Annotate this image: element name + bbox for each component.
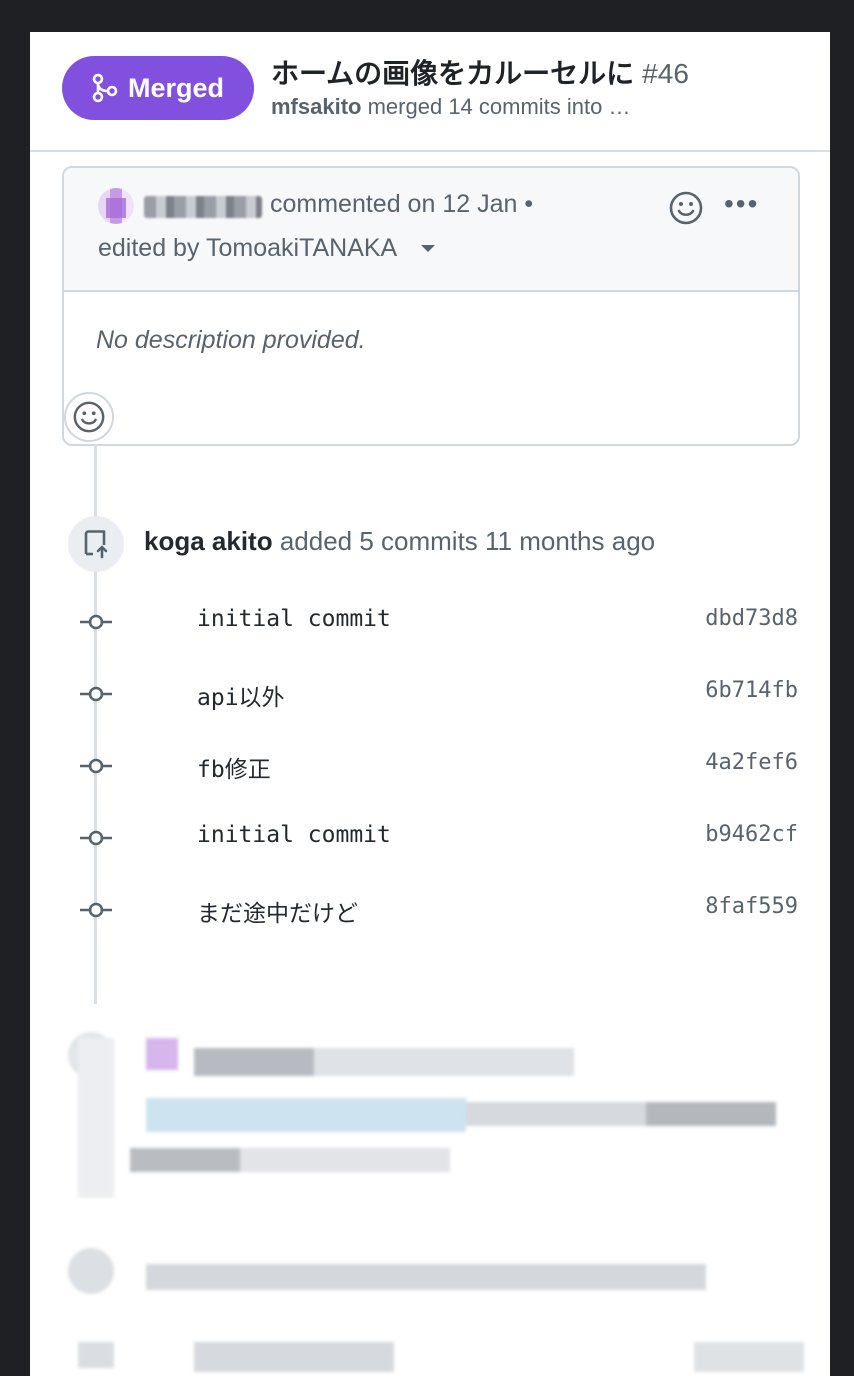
commit-sha-link[interactable]: 4a2fef6 (705, 750, 798, 775)
git-commit-icon (80, 686, 112, 702)
git-commit-icon (80, 758, 112, 774)
git-commit-icon (80, 830, 112, 846)
repo-push-badge (68, 516, 124, 572)
kebab-menu-icon[interactable]: ••• (724, 190, 759, 218)
pull-request-page: Merged ホームの画像をカルーセルに #46 mfsakito merged … (30, 32, 830, 1376)
git-commit-icon (80, 614, 112, 630)
commit-message-link[interactable]: initial commit (197, 606, 391, 632)
git-merge-icon (92, 73, 118, 103)
smiley-icon (669, 191, 703, 225)
pr-title: ホームの画像をカルーセルに #46 (271, 52, 689, 92)
commit-message-link[interactable]: initial commit (197, 822, 391, 848)
caret-down-icon (421, 245, 436, 252)
commit-row: initial commit dbd73d8 (30, 600, 830, 644)
git-commit-icon (80, 902, 112, 918)
avatar[interactable] (98, 188, 134, 224)
commit-row: api以外 6b714fb (30, 672, 830, 716)
commit-row: まだ途中だけど 8faf559 (30, 888, 830, 932)
commit-sha-link[interactable]: 6b714fb (705, 678, 798, 703)
merged-status-badge: Merged (62, 56, 254, 120)
commit-row: initial commit b9462cf (30, 816, 830, 860)
commit-message-link[interactable]: まだ途中だけど (197, 894, 358, 928)
smiley-icon (73, 401, 105, 433)
commit-message-link[interactable]: fb修正 (197, 750, 271, 784)
push-event-summary: added 5 commits 11 months ago (279, 526, 656, 556)
pr-subtitle: mfsakito merged 14 commits into … (271, 94, 630, 120)
comment-header: commented on 12 Jan • edited by TomoakiT… (64, 168, 798, 292)
pr-number: #46 (642, 58, 689, 89)
comment-body: No description provided. (96, 326, 366, 354)
push-event-text: koga akito added 5 commits 11 months ago (144, 526, 655, 557)
comment-meta: commented on 12 Jan • (270, 190, 534, 218)
add-reaction-button[interactable] (668, 190, 704, 231)
commit-sha-link[interactable]: 8faf559 (705, 894, 798, 919)
push-author-link[interactable]: koga akito (144, 526, 273, 556)
commit-message-link[interactable]: api以外 (197, 678, 285, 712)
commit-sha-link[interactable]: dbd73d8 (705, 606, 798, 631)
repo-push-icon (84, 530, 108, 559)
reaction-button[interactable] (64, 392, 114, 442)
redacted-author-name (144, 196, 262, 218)
redacted-timeline-section (60, 1002, 830, 1376)
commit-sha-link[interactable]: b9462cf (705, 822, 798, 847)
edited-by-dropdown[interactable]: edited by TomoakiTANAKA (98, 234, 436, 263)
pr-author-link[interactable]: mfsakito (271, 94, 361, 119)
pr-description-comment: commented on 12 Jan • edited by TomoakiT… (62, 166, 800, 446)
merged-badge-label: Merged (127, 72, 225, 103)
pr-title-text: ホームの画像をカルーセルに (271, 58, 635, 89)
pr-header: Merged ホームの画像をカルーセルに #46 mfsakito merged … (30, 32, 830, 152)
commit-row: fb修正 4a2fef6 (30, 744, 830, 788)
edited-by-text: edited by TomoakiTANAKA (98, 234, 398, 262)
pr-merge-summary: merged 14 commits into … (367, 94, 631, 119)
